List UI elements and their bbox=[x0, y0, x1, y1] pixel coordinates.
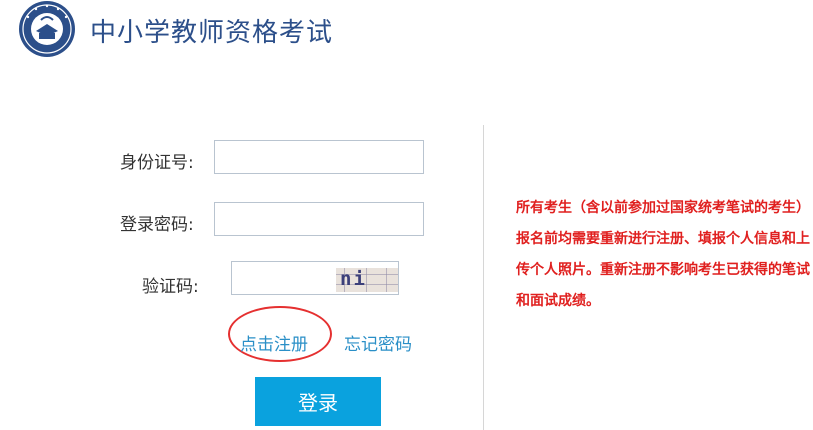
registration-notice: 所有考生（含以前参加过国家统考笔试的考生）报名前均需要重新进行注册、填报个人信息… bbox=[516, 200, 810, 309]
password-label: 登录密码: bbox=[120, 215, 194, 235]
register-link[interactable]: 点击注册 bbox=[240, 330, 308, 355]
login-form: 身份证号: 登录密码: 验证码: ni uh 点击注册 忘记密码 登录 bbox=[100, 130, 440, 430]
captcha-input[interactable]: ni uh bbox=[231, 261, 399, 295]
captcha-text: ni uh bbox=[340, 268, 367, 292]
password-input[interactable] bbox=[214, 202, 424, 236]
exam-seal-logo-icon bbox=[16, 0, 78, 58]
login-button[interactable]: 登录 bbox=[255, 377, 381, 426]
vertical-divider bbox=[483, 125, 484, 430]
captcha-image[interactable]: ni uh bbox=[336, 268, 398, 292]
forgot-password-link[interactable]: 忘记密码 bbox=[344, 330, 412, 355]
id-number-label: 身份证号: bbox=[120, 153, 194, 173]
site-title: 中小学教师资格考试 bbox=[90, 18, 334, 48]
site-header: 中小学教师资格考试 bbox=[0, 0, 813, 60]
captcha-label: 验证码: bbox=[142, 277, 199, 297]
id-number-input[interactable] bbox=[214, 140, 424, 174]
